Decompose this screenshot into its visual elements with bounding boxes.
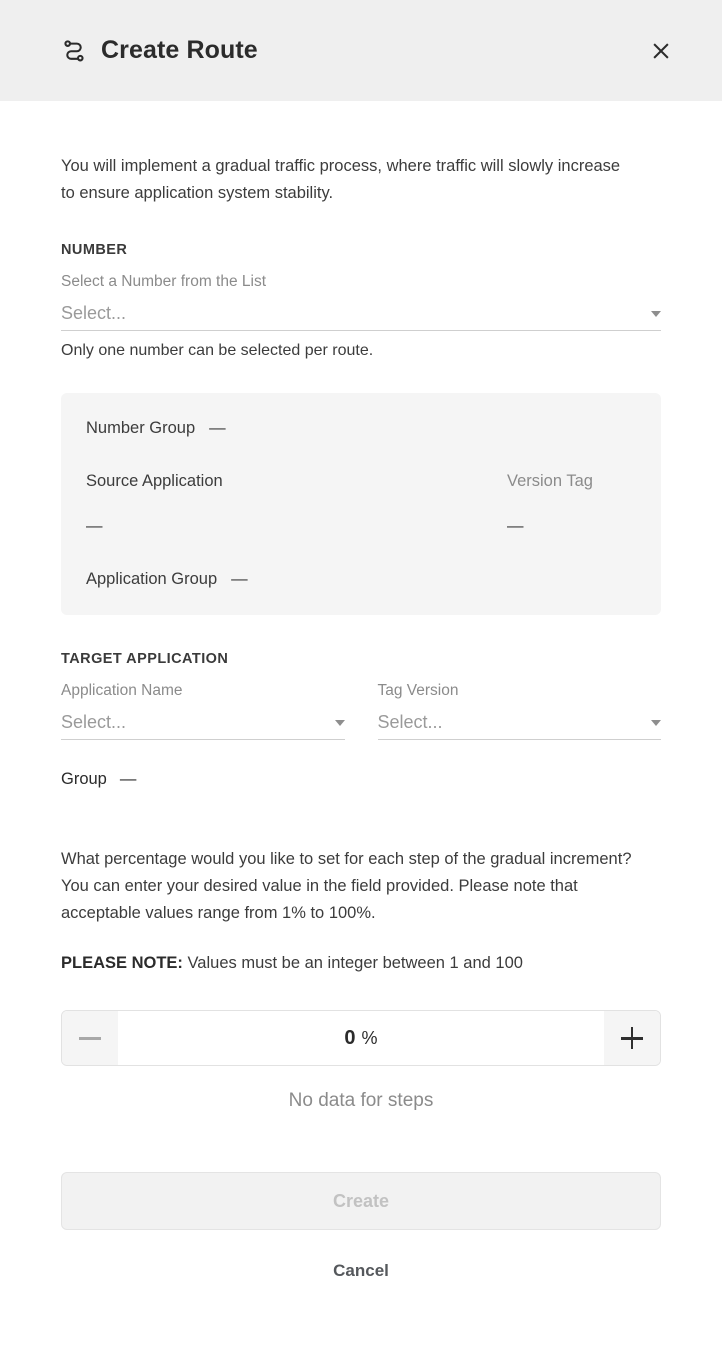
application-name-label: Application Name [61, 682, 183, 700]
application-name-field: Application Name Select... [61, 667, 345, 741]
number-select-field: Select a Number from the List Select... [61, 258, 661, 332]
percentage-description: What percentage would you like to set fo… [61, 850, 632, 922]
percentage-note-prefix: PLEASE NOTE: [61, 954, 183, 973]
steps-empty-state: No data for steps [288, 1090, 434, 1112]
info-row-source-application: Source Application — Version Tag — [86, 472, 637, 536]
section-label-target-application: TARGET APPLICATION [61, 651, 229, 668]
info-key-source-application: Source Application [86, 472, 223, 491]
info-row-application-group: Application Group — [86, 570, 637, 589]
number-info-card: Number Group — Source Application — Vers… [61, 393, 661, 616]
plus-icon [621, 1027, 643, 1050]
route-icon [64, 39, 84, 61]
create-route-dialog: Create Route You will implement a gradua… [0, 0, 722, 1346]
minus-icon [79, 1037, 101, 1040]
percentage-value: 0 [344, 1026, 356, 1049]
application-name-value: Select... [61, 712, 127, 733]
page-title: Create Route [101, 36, 258, 64]
info-key-number-group: Number Group [86, 419, 196, 438]
chevron-down-icon [651, 720, 661, 727]
info-col-source-application: Source Application — [86, 472, 493, 536]
info-value-application-group: — [231, 570, 247, 589]
group-key: Group [61, 770, 107, 789]
decrement-button[interactable] [62, 1011, 118, 1066]
percentage-note: PLEASE NOTE: Values must be an integer b… [61, 954, 661, 973]
number-select[interactable]: Select... [61, 293, 661, 332]
chevron-down-icon [334, 720, 345, 727]
tag-version-field: Tag Version Select... [377, 667, 661, 741]
info-key-version-tag: Version Tag [507, 472, 593, 491]
percentage-value-display[interactable]: 0 % [118, 1011, 604, 1066]
info-key-application-group: Application Group [86, 570, 218, 589]
number-select-label: Select a Number from the List [61, 273, 267, 291]
info-row-number-group: Number Group — [86, 419, 637, 438]
info-value-number-group: — [209, 419, 225, 438]
percentage-unit: % [361, 1027, 378, 1048]
increment-button[interactable] [604, 1011, 660, 1066]
group-value: — [119, 770, 136, 789]
application-name-select[interactable]: Select... [61, 702, 345, 741]
dialog-header: Create Route [0, 0, 722, 101]
number-select-hint: Only one number can be selected per rout… [61, 342, 374, 360]
info-value-version-tag: — [507, 517, 524, 536]
tag-version-label: Tag Version [377, 682, 459, 700]
target-application-fields: Application Name Select... Tag Version S… [61, 667, 661, 741]
info-col-version-tag: Version Tag — [507, 472, 637, 536]
intro-text: You will implement a gradual traffic pro… [61, 157, 621, 202]
group-row: Group — [61, 770, 661, 789]
tag-version-select[interactable]: Select... [377, 702, 661, 741]
dialog-body: You will implement a gradual traffic pro… [0, 153, 722, 1285]
percentage-stepper: 0 % [61, 1010, 661, 1067]
close-icon [653, 42, 669, 59]
info-value-source-application: — [86, 517, 103, 536]
number-select-value: Select... [61, 303, 127, 324]
close-button[interactable] [644, 34, 678, 68]
cancel-button[interactable]: Cancel [61, 1257, 661, 1285]
section-label-number: NUMBER [61, 242, 128, 259]
dialog-header-left: Create Route [61, 38, 644, 64]
chevron-down-icon [651, 311, 661, 318]
percentage-note-text: Values must be an integer between 1 and … [182, 954, 523, 973]
create-button[interactable]: Create [61, 1172, 661, 1231]
tag-version-value: Select... [377, 712, 443, 733]
